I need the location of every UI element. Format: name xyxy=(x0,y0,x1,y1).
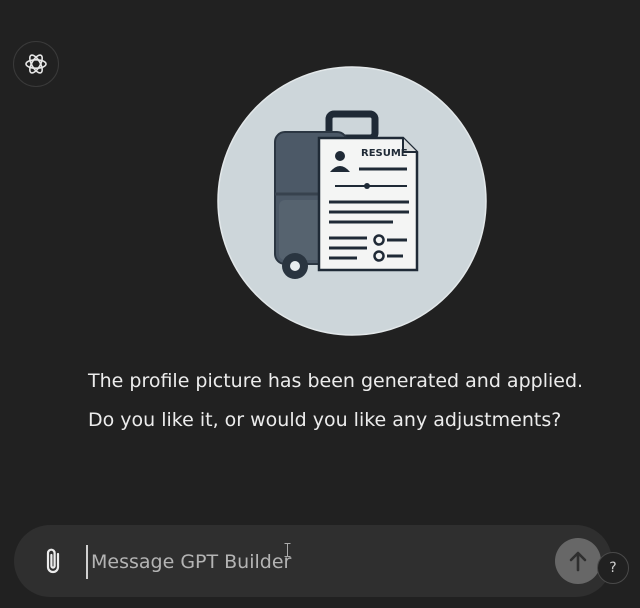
assistant-avatar xyxy=(13,41,59,87)
paperclip-icon xyxy=(46,548,60,574)
resume-briefcase-image: RESUME xyxy=(217,66,487,336)
text-cursor-icon xyxy=(284,543,291,557)
attach-button[interactable] xyxy=(40,544,68,578)
message-input[interactable] xyxy=(86,545,531,579)
message-line: Do you like it, or would you like any ad… xyxy=(88,409,562,431)
openai-logo-icon xyxy=(25,54,47,74)
arrow-up-icon xyxy=(569,551,587,572)
gpt-builder-chat: RESUME The profile picture has been gene… xyxy=(0,0,640,608)
send-button[interactable] xyxy=(555,538,601,584)
assistant-message: The profile picture has been generated a… xyxy=(88,362,633,440)
message-line: The profile picture has been generated a… xyxy=(88,370,584,392)
resume-label: RESUME xyxy=(361,148,408,159)
help-button[interactable]: ? xyxy=(597,552,629,584)
message-composer xyxy=(14,525,612,597)
